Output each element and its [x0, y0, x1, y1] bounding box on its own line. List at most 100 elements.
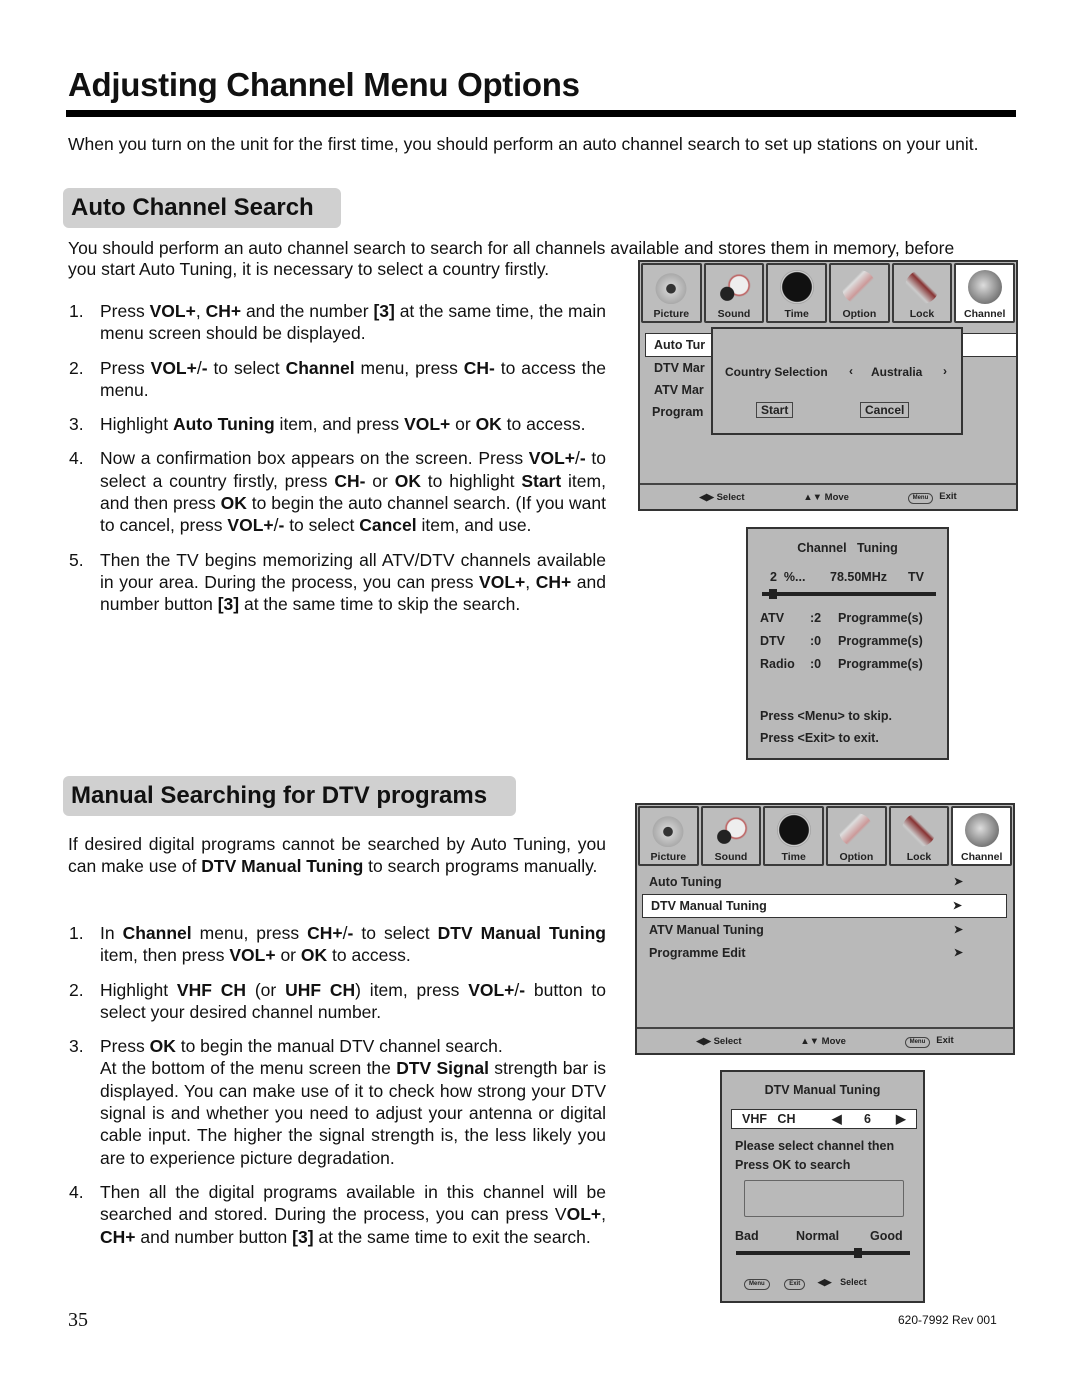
tv-footer: ◀▶ Select ▲▼ Move Menu Exit — [640, 483, 1016, 509]
menu-item-label: Programme Edit — [649, 946, 746, 960]
step-text: Press VOL+, CH+ and the number [3] at th… — [100, 301, 606, 344]
dtv-manual-tuning-panel: DTV Manual Tuning VHF CH ◀ 6 ▶ Please se… — [720, 1070, 925, 1303]
menu-key-icon: Menu — [744, 1279, 770, 1290]
tab-label: Option — [839, 851, 874, 863]
tv-tabs: Picture Sound Time Option Lock Channel — [640, 262, 1016, 323]
instruction-line2: Press OK to search — [735, 1158, 851, 1172]
band-label: VHF CH — [742, 1112, 796, 1126]
country-label: Country Selection — [725, 365, 828, 379]
step-item: 3. Press OK to begin the manual DTV chann… — [68, 1035, 606, 1169]
start-button[interactable]: Start — [756, 402, 794, 418]
gear-tool-icon — [839, 813, 874, 847]
tab-label: Channel — [963, 308, 1006, 320]
tab-label: Picture — [653, 308, 690, 320]
tv-tabs: Picture Sound Time Option Lock Channel — [637, 805, 1013, 866]
menu-item[interactable]: ATV Manual Tuning ➤ — [637, 919, 1013, 941]
tv-footer: ◀▶ Select ▲▼ Move Menu Exit — [637, 1027, 1013, 1053]
step-text: Press OK to begin the manual DTV channel… — [100, 1036, 606, 1168]
menu-item-label: Auto Tuning — [649, 875, 722, 889]
gear-tool-icon — [842, 270, 877, 304]
tuning-percent: 2 %... — [770, 570, 806, 584]
menu-item-label: ATV Manual Tuning — [649, 923, 764, 937]
menu-item[interactable]: DTV Manual Tuning ➤ — [642, 894, 1007, 918]
left-right-keys-icon: ◀▶ — [817, 1277, 832, 1287]
tuning-row-unit: Programme(s) — [838, 634, 923, 648]
menu-item[interactable]: ATV Mar — [642, 379, 704, 401]
tab-sound[interactable]: Sound — [703, 263, 765, 323]
up-down-keys-icon: ▲▼ — [803, 491, 823, 503]
camera-icon — [654, 270, 689, 304]
tuning-row-count: :0 — [810, 634, 822, 648]
page-title: Adjusting Channel Menu Options — [68, 66, 580, 103]
cancel-button[interactable]: Cancel — [860, 402, 910, 418]
chevron-right-icon: ➤ — [952, 900, 962, 912]
search-status-box — [744, 1180, 904, 1217]
manual-steps-list: 1. In Channel menu, press CH+/- to select… — [68, 922, 606, 1260]
exit-hint: Press <Exit> to exit. — [760, 731, 879, 745]
step-item: 2. Press VOL+/- to select Channel menu, p… — [68, 357, 606, 402]
step-item: 2. Highlight VHF CH (or UHF CH) item, pre… — [68, 979, 606, 1024]
tab-lock[interactable]: Lock — [891, 263, 953, 323]
tab-time[interactable]: Time — [763, 806, 825, 866]
tab-option[interactable]: Option — [829, 263, 890, 323]
chevron-right-icon: ➤ — [953, 876, 963, 888]
document-code: 620-7992 Rev 001 — [898, 1313, 997, 1327]
channel-selector[interactable]: VHF CH ◀ 6 ▶ — [731, 1109, 917, 1129]
step-text: Press VOL+/- to select Channel menu, pre… — [100, 357, 606, 400]
chevron-left-icon[interactable]: ‹ — [849, 364, 853, 378]
chevron-right-icon[interactable]: › — [943, 364, 947, 378]
channel-number: 6 — [864, 1112, 871, 1126]
tab-picture[interactable]: Picture — [641, 263, 702, 323]
menu-item[interactable]: Programme Edit ➤ — [637, 942, 1013, 964]
tab-label: Lock — [909, 308, 935, 320]
tab-label: Sound — [717, 308, 751, 320]
lock-icon — [902, 813, 937, 847]
step-item: 4. Now a confirmation box appears on the … — [68, 447, 606, 536]
menu-item[interactable]: DTV Mar — [642, 357, 705, 379]
menu-item[interactable]: Program — [640, 401, 703, 423]
channel-tuning-panel: Channel Tuning 2 %... 78.50MHz TV ATV:2 P… — [746, 527, 949, 760]
chevron-right-icon[interactable]: ▶ — [896, 1110, 906, 1128]
footer-select: Select — [716, 491, 745, 503]
menu-item[interactable]: Auto Tuning ➤ — [637, 871, 1013, 893]
step-number: 4. — [69, 1181, 84, 1202]
step-text: In Channel menu, press CH+/- to select D… — [100, 923, 606, 966]
step-number: 3. — [69, 414, 84, 435]
tab-sound[interactable]: Sound — [700, 806, 762, 866]
menu-item-label: DTV Manual Tuning — [651, 899, 767, 913]
chevron-left-icon[interactable]: ◀ — [832, 1110, 842, 1128]
menu-key-icon: Menu — [907, 492, 934, 504]
tab-option[interactable]: Option — [826, 806, 887, 866]
up-down-keys-icon: ▲▼ — [800, 1035, 820, 1047]
dtv-footer: Menu Exit ◀▶ Select — [744, 1277, 867, 1290]
tv-channel-menu-screen-2: Picture Sound Time Option Lock Channel Auto T… — [635, 803, 1015, 1055]
step-item: 1. Press VOL+, CH+ and the number [3] at … — [68, 300, 606, 345]
section-heading-manual-text: Manual Searching for DTV programs — [71, 782, 488, 809]
tab-channel[interactable]: Channel — [954, 263, 1016, 323]
dtv-manual-title: DTV Manual Tuning — [764, 1083, 881, 1097]
tab-channel[interactable]: Channel — [951, 806, 1013, 866]
step-text: Highlight VHF CH (or UHF CH) item, press… — [100, 979, 606, 1022]
clock-icon — [776, 813, 811, 847]
left-right-keys-icon: ◀▶ — [699, 491, 714, 503]
tuning-progress-bar — [762, 592, 936, 596]
camera-icon — [651, 813, 686, 847]
tab-label: Time — [781, 851, 806, 863]
step-number: 1. — [69, 301, 84, 321]
footer-move: Move — [824, 491, 849, 503]
manual-intro-text: If desired digital programs cannot be se… — [68, 834, 606, 877]
step-item: 1. In Channel menu, press CH+/- to select… — [68, 922, 606, 967]
step-item: 4. Then all the digital programs availabl… — [68, 1181, 606, 1248]
page-number: 35 — [68, 1309, 88, 1331]
step-number: 3. — [69, 1036, 84, 1057]
step-number: 1. — [69, 923, 84, 943]
tuning-title: Channel Tuning — [797, 541, 898, 555]
tuning-type: TV — [908, 570, 924, 584]
tab-lock[interactable]: Lock — [888, 806, 950, 866]
title-rule — [66, 110, 1016, 117]
signal-good-label: Good — [870, 1229, 903, 1243]
tab-label: Option — [842, 308, 877, 320]
footer-exit: Exit — [936, 1034, 954, 1046]
tab-picture[interactable]: Picture — [638, 806, 699, 866]
tab-time[interactable]: Time — [766, 263, 828, 323]
